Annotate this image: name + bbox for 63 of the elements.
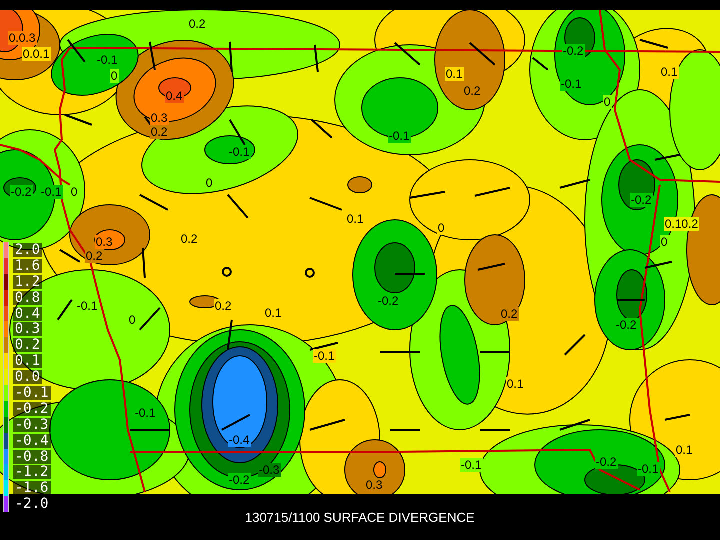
contour-label: -0.1 [40,185,63,199]
contour-label: 0.2 [214,299,233,313]
contour-label: 0 [603,95,612,109]
contour-label: -0.2 [377,294,400,308]
contour-label: -0.2 [10,185,33,199]
contour-label: 0.3 [365,478,384,492]
legend-label: 1.6 [13,258,42,273]
legend-label: -0.1 [13,386,51,400]
contour-label: 0.0.3 [8,31,37,45]
contour-label: -0.1 [388,129,411,143]
legend-label: 1.2 [13,274,42,289]
legend-label: 0.4 [13,306,42,320]
legend-label: 0.2 [13,338,42,352]
contour-label: -0.4 [228,433,251,447]
legend-label: 0.8 [13,290,42,305]
contour-label: -0.2 [630,193,653,207]
contour-label: -0.1 [228,145,251,159]
contour-label: -0.1 [134,406,157,420]
contour-label: -0.2 [562,44,585,58]
contour-label: 0 [660,235,669,249]
legend-label: -1.6 [13,481,51,496]
legend-label: 0.0 [13,370,42,384]
contour-label: 0 [110,69,119,83]
contour-label: 0 [128,313,137,327]
contour-label: -0.1 [76,299,99,313]
legend-label: -0.2 [13,402,51,416]
contour-label: 0 [205,176,214,190]
legend-label: -0.3 [13,418,51,432]
contour-label: -0.2 [228,473,251,487]
contour-label: 0.2 [500,307,519,321]
contour-label: 0.3 [95,235,114,249]
contour-label: 0 [437,221,446,235]
map-caption: 130715/1100 SURFACE DIVERGENCE [245,510,475,524]
legend-label: -1.2 [13,465,51,480]
contour-label: 0.1 [660,65,679,79]
contour-label: 0.2 [188,17,207,31]
contour-label: 0.3 [150,111,169,125]
legend-label: 2.0 [13,242,42,257]
contour-label: 0.1 [675,443,694,457]
legend-label: -0.8 [13,450,51,464]
contour-label: -0.3 [258,463,281,477]
legend-label: -0.4 [13,434,51,448]
contour-label: -0.1 [460,458,483,472]
contour-label: 0.1 [264,306,283,320]
contour-label: 0 [70,185,79,199]
contour-label: -0.1 [637,462,660,476]
contour-label: -0.2 [615,318,638,332]
contour-label: -0.1 [313,349,336,363]
contour-label: 0.2 [463,84,482,98]
legend-label: 0.1 [13,354,42,368]
contour-label: -0.1 [96,53,119,67]
contour-label: -0.2 [595,455,618,469]
legend-label: 0.3 [13,322,42,336]
contour-label: -0.1 [560,77,583,91]
contour-label: 0.0.1 [22,47,51,61]
contour-label: 0.1 [346,212,365,226]
contour-label: 0.1 [445,67,464,81]
contour-label: 0.2 [85,249,104,263]
contour-label: 0.10.2 [664,217,700,231]
contour-label: 0.2 [180,232,199,246]
contour-label: 0.2 [150,125,169,139]
contour-label: 0.1 [506,377,525,391]
contour-label: 0.4 [165,89,184,103]
